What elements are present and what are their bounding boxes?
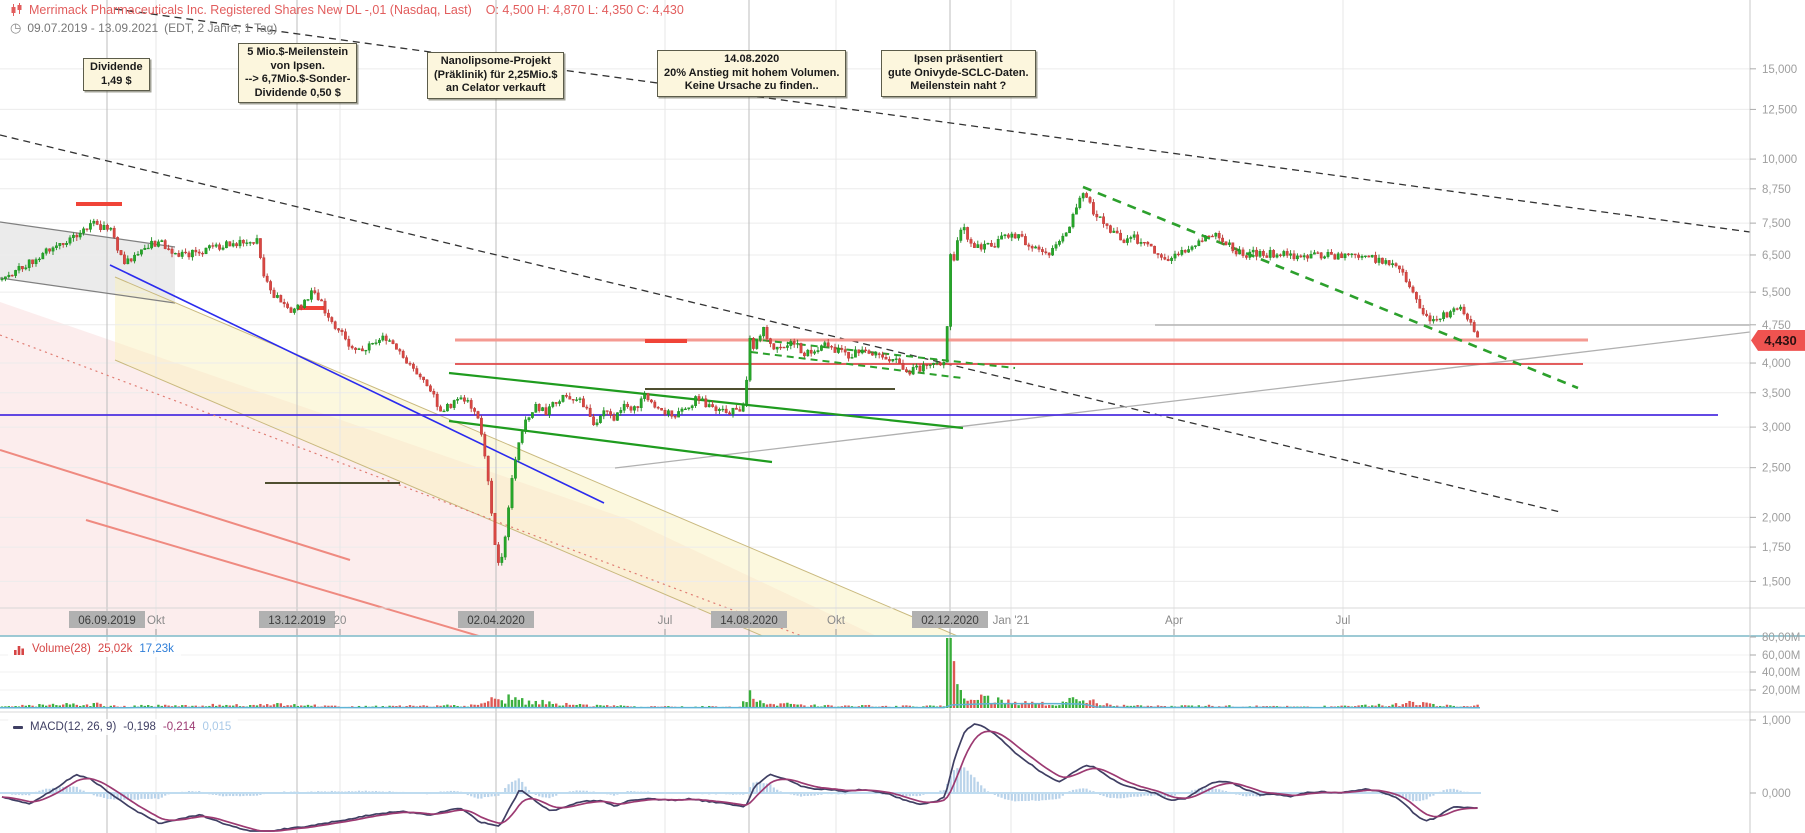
axis-label: 3,500	[1762, 388, 1791, 400]
annotation-text: von Ipsen.	[270, 59, 325, 72]
black-dashed-resistance-upper[interactable]	[114, 8, 1750, 233]
macd-icon	[13, 725, 23, 729]
axis-label: 13.12.2019	[268, 615, 326, 627]
axis-label: 4,000	[1762, 358, 1791, 370]
axis-label: 3,000	[1762, 422, 1791, 434]
timeframe-label: (EDT, 2 Jahre, 1 Tag)	[164, 21, 278, 35]
annotation-box[interactable]: Dividende 1,49 $	[83, 58, 150, 91]
axis-label: Apr	[1165, 615, 1183, 627]
annotation-text: Meilenstein naht ?	[910, 80, 1007, 92]
instrument-title[interactable]: Merrimack Pharmaceuticals Inc. Registere…	[29, 3, 472, 17]
annotation-text: Dividende	[90, 61, 143, 73]
volume-icon	[14, 645, 24, 655]
annotation-text: Ipsen präsentiert	[913, 53, 1003, 65]
annotation-text: 20% Anstieg mit hohem Volumen.	[664, 66, 840, 79]
axis-label: 2,000	[1762, 512, 1791, 524]
axis-label: 20,00M	[1762, 685, 1800, 697]
axis-label: 1,750	[1762, 542, 1791, 554]
annotation-text: Nanolipsome-Projekt	[440, 55, 551, 67]
axis-label: 15,000	[1762, 64, 1797, 76]
annotation-box[interactable]: 14.08.2020 20% Anstieg mit hohem Volumen.…	[657, 50, 847, 97]
macd-value: -0,198	[123, 721, 156, 733]
macd-hist-value: 0,015	[202, 721, 232, 733]
chart-application: 15,000 12,500 10,000 8,750 7,500 6,500 5,500 4,…	[0, 0, 1805, 833]
volume-ma-line[interactable]	[0, 702, 1481, 709]
annotation-box[interactable]: Ipsen präsentiert gute Onivyde-SCLC-Daten…	[881, 50, 1036, 97]
axis-label: 8,750	[1762, 184, 1791, 196]
macd-signal-value: -0,214	[162, 721, 196, 733]
axis-label: 10,000	[1762, 154, 1797, 166]
annotation-text: (Präklinik) für 2,25Mio.$	[434, 68, 558, 81]
volume-bars	[0, 638, 1481, 709]
clock-icon: ◷	[10, 20, 22, 35]
macd-histogram	[0, 767, 1481, 802]
date-range[interactable]: 09.07.2019 - 13.09.2021	[27, 21, 158, 35]
ohlc-values: O: 4,500 H: 4,870 L: 4,350 C: 4,430	[485, 3, 684, 17]
volume-value: 25,02k	[97, 643, 133, 655]
macd-line[interactable]	[1, 723, 1478, 832]
annotation-box[interactable]: 5 Mio.$-Meilenstein von Ipsen. --> 6,7Mio.…	[238, 43, 358, 103]
annotation-text: 14.08.2020	[724, 53, 780, 65]
axis-label: Jul	[1336, 615, 1351, 627]
axis-label: 6,500	[1762, 250, 1791, 262]
volume-legend[interactable]: Volume(28) 25,02k 17,23k	[8, 641, 181, 657]
rising-gray-support[interactable]	[614, 331, 1750, 469]
candlestick-icon	[11, 3, 22, 16]
axis-label: 1,000	[1762, 715, 1791, 727]
axis-label: 80,00M	[1762, 632, 1800, 644]
axis-label: Okt	[827, 615, 846, 627]
axis-label: Okt	[147, 615, 166, 627]
macd-label: MACD(12, 26, 9)	[30, 721, 117, 733]
annotation-text: Keine Ursache zu finden..	[684, 80, 819, 92]
axis-label: 60,00M	[1762, 650, 1800, 662]
volume-ma-value: 17,23k	[139, 643, 174, 655]
chart-canvas[interactable]: 15,000 12,500 10,000 8,750 7,500 6,500 5,500 4,…	[0, 0, 1805, 833]
axis-label: 14.08.2020	[720, 615, 778, 627]
axis-label: Jan '21	[993, 615, 1030, 627]
axis-label: 2,500	[1762, 463, 1791, 475]
axis-label: 40,00M	[1762, 667, 1800, 679]
axis-label: 02.12.2020	[921, 615, 979, 627]
axis-label: 20	[334, 615, 347, 627]
annotation-text: 1,49 $	[100, 74, 132, 87]
annotation-box[interactable]: Nanolipsome-Projekt (Präklinik) für 2,25M…	[427, 52, 565, 99]
green-dashed-major-downtrend[interactable]	[1082, 185, 1579, 390]
annotation-text: Dividende 0,50 $	[254, 86, 341, 99]
chart-header: Merrimack Pharmaceuticals Inc. Registere…	[10, 3, 684, 36]
annotation-text: gute Onivyde-SCLC-Daten.	[888, 66, 1029, 79]
axis-label: 02.04.2020	[467, 615, 525, 627]
macd-signal-line[interactable]	[1, 730, 1478, 832]
volume-label: Volume(28)	[32, 643, 91, 655]
annotation-text: --> 6,7Mio.$-Sonder-	[245, 73, 351, 85]
axis-label: 12,500	[1762, 104, 1797, 116]
axis-label: 5,500	[1762, 287, 1791, 299]
shaded-regions	[0, 222, 958, 636]
annotation-text: an Celator verkauft	[445, 82, 546, 94]
last-price-tag: 4,430	[1751, 329, 1805, 351]
annotation-text: 5 Mio.$-Meilenstein	[247, 46, 349, 58]
macd-legend[interactable]: MACD(12, 26, 9) -0,198 -0,214 0,015	[8, 719, 239, 735]
axis-label: 1,500	[1762, 576, 1791, 588]
price-axis[interactable]: 15,000 12,500 10,000 8,750 7,500 6,500 5,500 4,…	[1750, 64, 1800, 800]
axis-label: 0,000	[1762, 788, 1791, 800]
axis-label: 7,500	[1762, 218, 1791, 230]
axis-label: Jul	[658, 615, 673, 627]
axis-label: 06.09.2019	[78, 615, 136, 627]
